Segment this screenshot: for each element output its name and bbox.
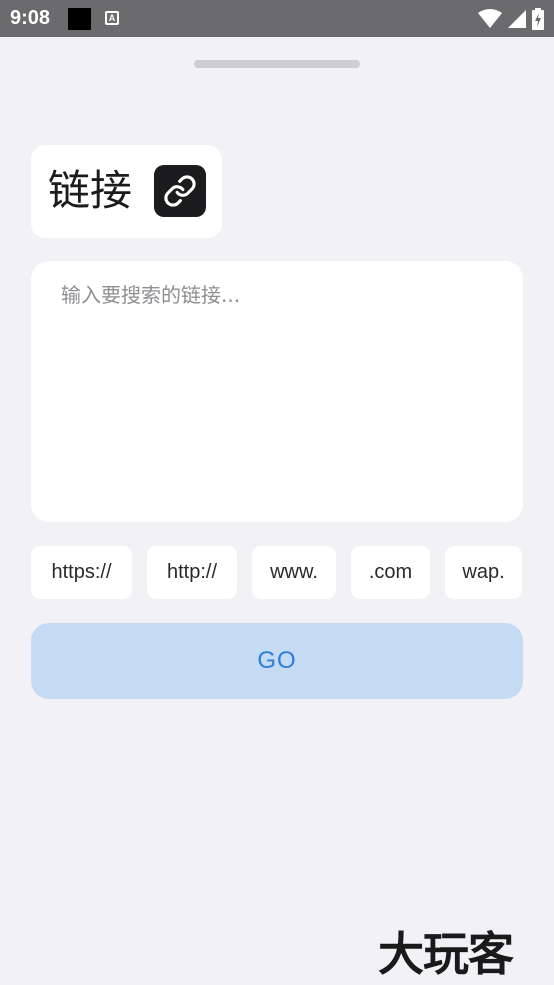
chip-http[interactable]: http:// [147, 546, 237, 599]
title-card: 链接 [31, 145, 222, 238]
status-bar: 9:08 A [0, 0, 554, 37]
link-input-card [31, 261, 523, 522]
signal-icon [508, 10, 526, 28]
battery-icon [532, 8, 544, 30]
wifi-icon [478, 9, 502, 28]
status-icons [478, 8, 544, 30]
notification-app-icon [68, 8, 91, 30]
watermark-logo: 大玩客 [378, 927, 514, 981]
keyboard-notification-icon: A [105, 11, 119, 25]
page-title: 链接 [48, 166, 133, 215]
link-icon [154, 165, 206, 217]
chip-com[interactable]: .com [351, 546, 430, 599]
chip-www[interactable]: www. [252, 546, 336, 599]
go-button[interactable]: GO [31, 623, 523, 699]
sheet-drag-handle[interactable] [194, 60, 360, 68]
chip-https[interactable]: https:// [31, 546, 132, 599]
chip-wap[interactable]: wap. [445, 546, 522, 599]
status-time: 9:08 [10, 7, 51, 29]
link-input[interactable] [31, 261, 523, 522]
